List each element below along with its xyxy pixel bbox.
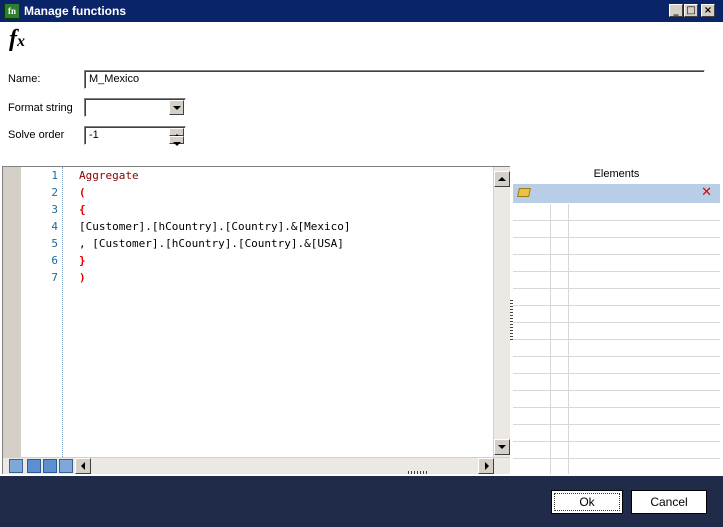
code-editor[interactable]: 1 2 3 4 5 6 7 Aggregate ( { [Customer].[… [2,166,510,474]
editor-bottom-bar [3,457,510,474]
format-label: Format string [8,102,73,114]
line-number: 6 [51,254,58,267]
name-label: Name: [8,73,41,85]
vertical-scrollbar[interactable] [493,167,510,457]
line-number: 3 [51,203,58,216]
scroll-down-icon[interactable] [494,439,510,455]
open-folder-icon[interactable] [517,188,531,197]
elements-header: Elements [593,168,640,180]
maximize-button[interactable]: □ [684,4,698,17]
scroll-track[interactable] [494,189,510,419]
solve-order-stepper[interactable]: -1 [84,126,186,146]
name-input[interactable]: M_Mexico [84,70,705,89]
maximize-icon: □ [686,5,696,16]
cancel-button[interactable]: Cancel [631,490,707,514]
scroll-right-icon[interactable] [478,458,494,474]
solve-value: -1 [89,129,99,141]
editor-gutter [3,167,21,457]
line-numbers: 1 2 3 4 5 6 7 [21,167,63,457]
line-number: 2 [51,186,58,199]
line-number: 4 [51,220,58,233]
line-number: 1 [51,169,58,182]
minimize-icon: _ [673,5,679,16]
format-select[interactable] [84,98,186,117]
line-number: 5 [51,237,58,250]
app-icon: fn [4,3,20,19]
grid-column-line [568,204,569,474]
indent-icon[interactable] [27,459,41,473]
grid-column-line [550,204,551,474]
scroll-up-icon[interactable] [494,171,510,187]
uncomment-icon[interactable] [59,459,73,473]
comment-icon[interactable] [9,459,23,473]
elements-toolbar: ✕ [513,184,720,203]
elements-grid[interactable] [513,204,720,474]
code-line: ( [79,186,86,199]
window-title: Manage functions [24,4,127,18]
code-line: , [Customer].[hCountry].[Country].&[USA] [79,237,344,250]
code-line: { [79,203,86,216]
spin-up-icon[interactable] [169,128,184,138]
solve-label: Solve order [8,129,65,141]
close-icon: × [703,5,713,16]
code-line: [Customer].[hCountry].[Country].&[Mexico… [79,220,351,233]
spin-down-icon[interactable] [169,136,184,146]
chevron-down-icon[interactable] [169,100,184,115]
delete-icon[interactable]: ✕ [701,185,712,200]
ok-button[interactable]: Ok [551,490,623,514]
minimize-button[interactable]: _ [669,4,683,17]
line-number: 7 [51,271,58,284]
code-line: ) [79,271,86,284]
scroll-left-icon[interactable] [75,458,91,474]
code-line: Aggregate [79,169,139,182]
close-button[interactable]: × [701,4,715,17]
horizontal-splitter[interactable] [408,471,428,474]
outdent-icon[interactable] [43,459,57,473]
title-bar: fn Manage functions _ □ × [0,0,723,22]
elements-panel: Elements ✕ [513,166,720,474]
function-icon: fx [9,26,25,52]
code-line: } [79,254,86,267]
